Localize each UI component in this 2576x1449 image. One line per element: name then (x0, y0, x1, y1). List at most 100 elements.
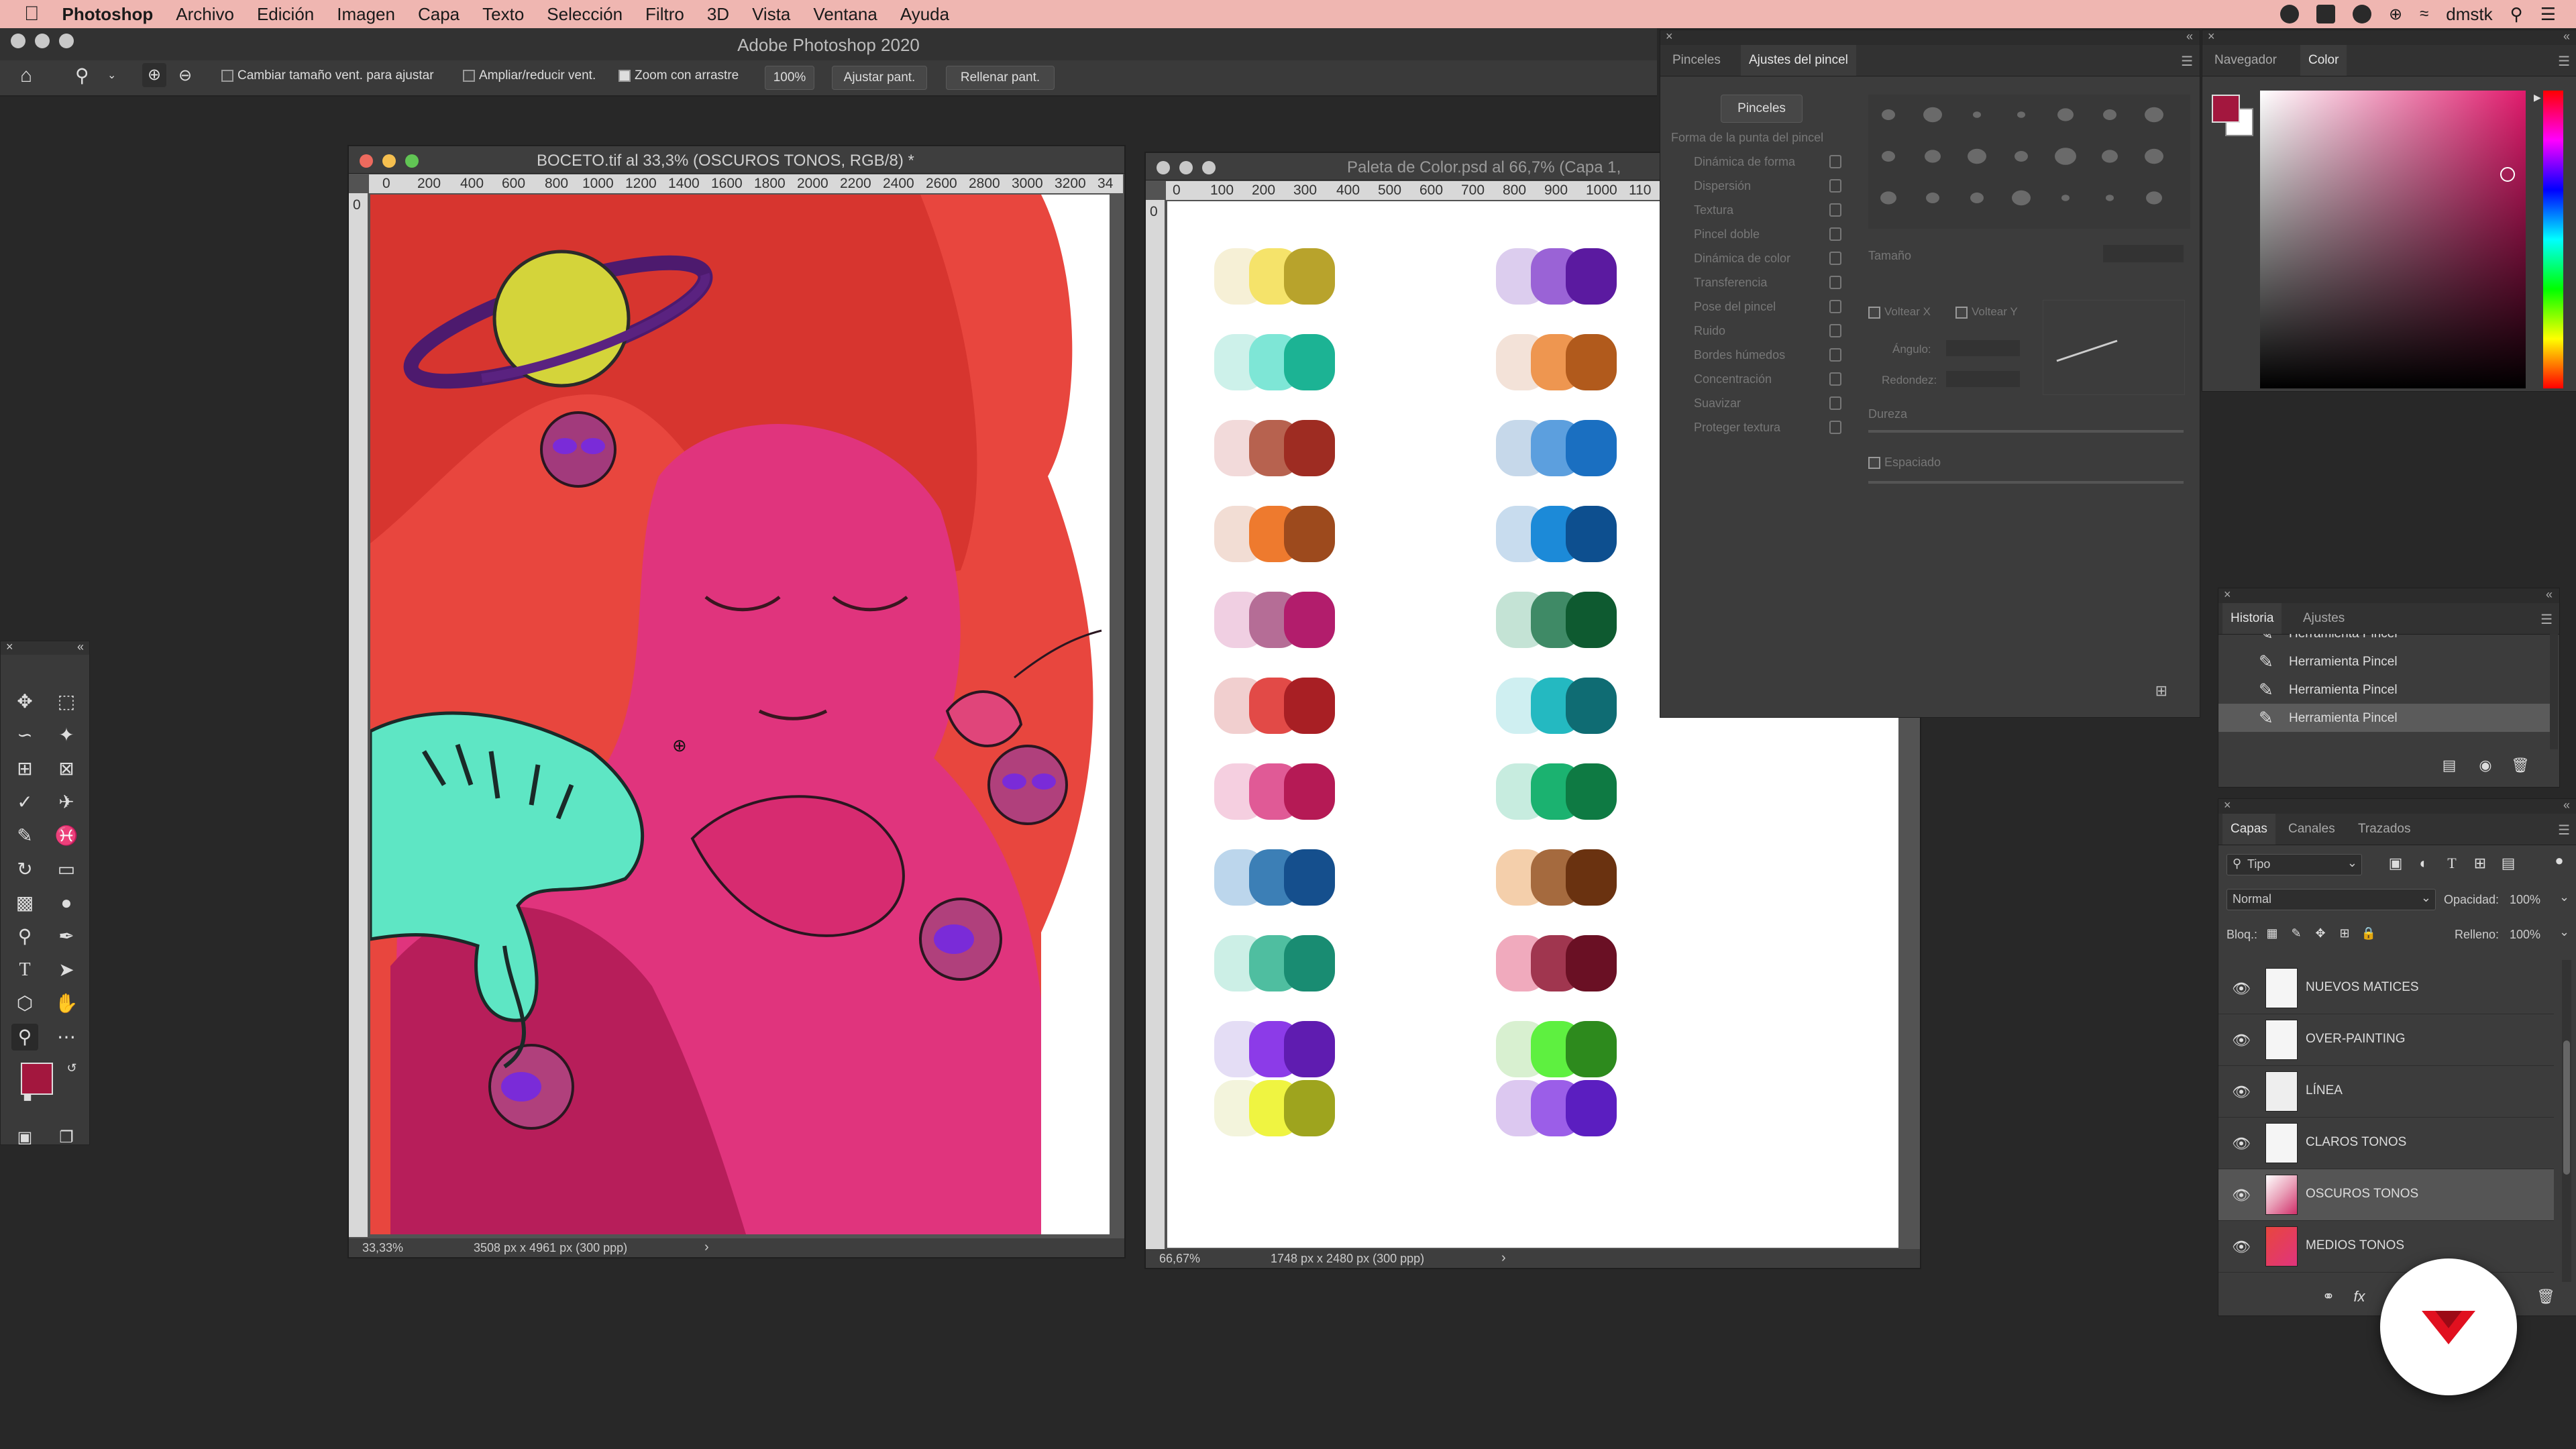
menu-archivo[interactable]: Archivo (176, 4, 234, 25)
pen-tool-icon[interactable]: ✒ (53, 923, 80, 950)
layer-row[interactable]: 👁 LÍNEA (2218, 1066, 2554, 1118)
brush-setting-row[interactable]: Dispersión (1671, 179, 1852, 193)
scrubby-zoom-option[interactable]: Zoom con arrastre (619, 68, 739, 83)
collapse-panel-icon[interactable]: « (2563, 30, 2570, 44)
gradient-tool-icon[interactable]: ▩ (11, 890, 38, 916)
lasso-tool-icon[interactable]: ∽ (11, 722, 38, 749)
filter-shape-icon[interactable]: ⊞ (2471, 854, 2489, 873)
filter-pixel-icon[interactable]: ▣ (2386, 854, 2405, 873)
tab-capas[interactable]: Capas (2222, 814, 2275, 845)
menu-filtro[interactable]: Filtro (645, 4, 684, 25)
close-document-button[interactable] (1157, 161, 1170, 174)
lock-icon[interactable] (1829, 396, 1841, 410)
zoom-document-button[interactable] (1202, 161, 1216, 174)
history-item[interactable]: ✎Herramienta Pincel (2218, 647, 2550, 676)
menu-list-icon[interactable]: ☰ (2540, 4, 2556, 25)
zoom-all-option[interactable]: Ampliar/reducir vent. (463, 68, 596, 83)
lock-artboard-icon[interactable]: ⊞ (2335, 924, 2354, 943)
tool-preset-chevron-icon[interactable]: ⌄ (107, 68, 116, 82)
eye-icon[interactable]: 👁 (2232, 980, 2251, 998)
menu-photoshop[interactable]: Photoshop (62, 4, 154, 25)
sync-icon[interactable] (2353, 5, 2372, 23)
close-panel-icon[interactable]: × (2224, 798, 2231, 812)
tab-ajustes-del-pincel[interactable]: Ajustes del pincel (1741, 45, 1856, 76)
airdrop-icon[interactable]: ⊕ (2389, 5, 2402, 24)
resize-windows-option[interactable]: Cambiar tamaño vent. para ajustar (221, 68, 434, 83)
history-brush-tool-icon[interactable]: ↻ (11, 856, 38, 883)
brush-setting-row[interactable]: Ruido (1671, 324, 1852, 338)
layer-row-selected[interactable]: 👁 OSCUROS TONOS (2218, 1169, 2554, 1221)
roundness-input[interactable] (1946, 371, 2020, 387)
healing-brush-tool-icon[interactable]: ✈ (53, 789, 80, 816)
layer-row[interactable]: 👁 CLAROS TONOS (2218, 1118, 2554, 1169)
flip-y-option[interactable]: Voltear Y (1955, 305, 2018, 319)
quick-mask-icon[interactable]: ▣ (11, 1124, 38, 1151)
default-colors-icon[interactable]: ◼ (14, 1084, 41, 1111)
close-panel-icon[interactable]: × (2208, 30, 2215, 44)
collapse-panel-icon[interactable]: « (2563, 798, 2570, 812)
layer-filter-select[interactable]: ⚲ Tipo ⌄ (2226, 854, 2362, 875)
lock-icon[interactable] (1829, 276, 1841, 289)
brush-setting-row[interactable]: Dinámica de color (1671, 252, 1852, 266)
scrubby-zoom-checkbox[interactable] (619, 69, 631, 82)
fill-chevron-icon[interactable]: ⌄ (2559, 925, 2569, 939)
layer-row[interactable]: 👁 NUEVOS MATICES (2218, 963, 2554, 1014)
creative-cloud-icon[interactable] (2280, 5, 2300, 23)
eyedropper-tool-icon[interactable]: ✓ (11, 789, 38, 816)
resize-windows-checkbox[interactable] (221, 69, 233, 82)
opacity-value[interactable]: 100% (2510, 893, 2540, 907)
menu-texto[interactable]: Texto (482, 4, 524, 25)
flip-x-option[interactable]: Voltear X (1868, 305, 1931, 319)
hand-tool-icon[interactable]: ✋ (53, 990, 80, 1017)
opacity-chevron-icon[interactable]: ⌄ (2559, 890, 2569, 904)
collapse-panel-icon[interactable]: « (2546, 588, 2553, 602)
fill-value[interactable]: 100% (2510, 928, 2540, 942)
move-tool-icon[interactable]: ✥ (11, 688, 38, 715)
panel-menu-icon[interactable]: ☰ (2558, 53, 2570, 70)
layers-scrollbar[interactable] (2562, 960, 2571, 1282)
status-menu-chevron-icon[interactable]: › (704, 1240, 709, 1255)
eye-icon[interactable]: 👁 (2232, 1032, 2251, 1049)
type-tool-icon[interactable]: T (11, 957, 38, 983)
apple-menu-icon[interactable]:  (24, 3, 40, 25)
tab-ajustes[interactable]: Ajustes (2295, 603, 2353, 634)
menu-imagen[interactable]: Imagen (337, 4, 395, 25)
spacing-option[interactable]: Espaciado (1868, 455, 1941, 470)
minimize-document-button[interactable] (1179, 161, 1193, 174)
brush-tip-grid[interactable] (1868, 95, 2190, 229)
lock-icon[interactable] (1829, 252, 1841, 265)
saturation-brightness-picker[interactable] (2260, 91, 2526, 388)
brush-setting-row[interactable]: Textura (1671, 203, 1852, 217)
layer-style-icon[interactable]: fx (2350, 1287, 2369, 1306)
tab-navegador[interactable]: Navegador (2206, 45, 2285, 76)
close-panel-icon[interactable]: × (6, 640, 13, 654)
clone-stamp-tool-icon[interactable]: ♓ (53, 822, 80, 849)
search-icon[interactable]: ⚲ (2510, 4, 2523, 25)
brush-setting-row[interactable]: Concentración (1671, 372, 1852, 386)
brush-setting-row[interactable]: Transferencia (1671, 276, 1852, 290)
eraser-tool-icon[interactable]: ▭ (53, 856, 80, 883)
zoom-in-icon[interactable]: ⊕ (142, 63, 166, 87)
brush-tool-icon[interactable]: ✎ (11, 822, 38, 849)
dodge-tool-icon[interactable]: ⚲ (11, 923, 38, 950)
collapse-panel-icon[interactable]: « (2186, 30, 2193, 44)
angle-preview[interactable] (2043, 300, 2185, 395)
brush-setting-row[interactable]: Proteger textura (1671, 421, 1852, 435)
vertical-ruler[interactable]: 0 (349, 193, 368, 1237)
filter-smart-object-icon[interactable]: ▤ (2499, 854, 2518, 873)
crop-tool-icon[interactable]: ⊞ (11, 755, 38, 782)
menu-3d[interactable]: 3D (707, 4, 729, 25)
hue-slider-arrow-icon[interactable]: ▶ (2534, 92, 2541, 103)
tab-trazados[interactable]: Trazados (2350, 814, 2419, 845)
panel-menu-icon[interactable]: ☰ (2181, 53, 2193, 70)
swap-colors-icon[interactable]: ↺ (58, 1055, 85, 1081)
minimize-document-button[interactable] (382, 154, 396, 168)
hue-slider[interactable] (2543, 91, 2563, 388)
eye-icon[interactable]: 👁 (2232, 1238, 2251, 1256)
lock-transparent-icon[interactable]: ▦ (2263, 924, 2282, 943)
app-tray-icon[interactable] (2316, 5, 2336, 23)
zoom-level[interactable]: 66,67% (1159, 1252, 1200, 1266)
magic-wand-tool-icon[interactable]: ✦ (53, 722, 80, 749)
zoom-document-button[interactable] (405, 154, 419, 168)
menu-edicion[interactable]: Edición (257, 4, 314, 25)
